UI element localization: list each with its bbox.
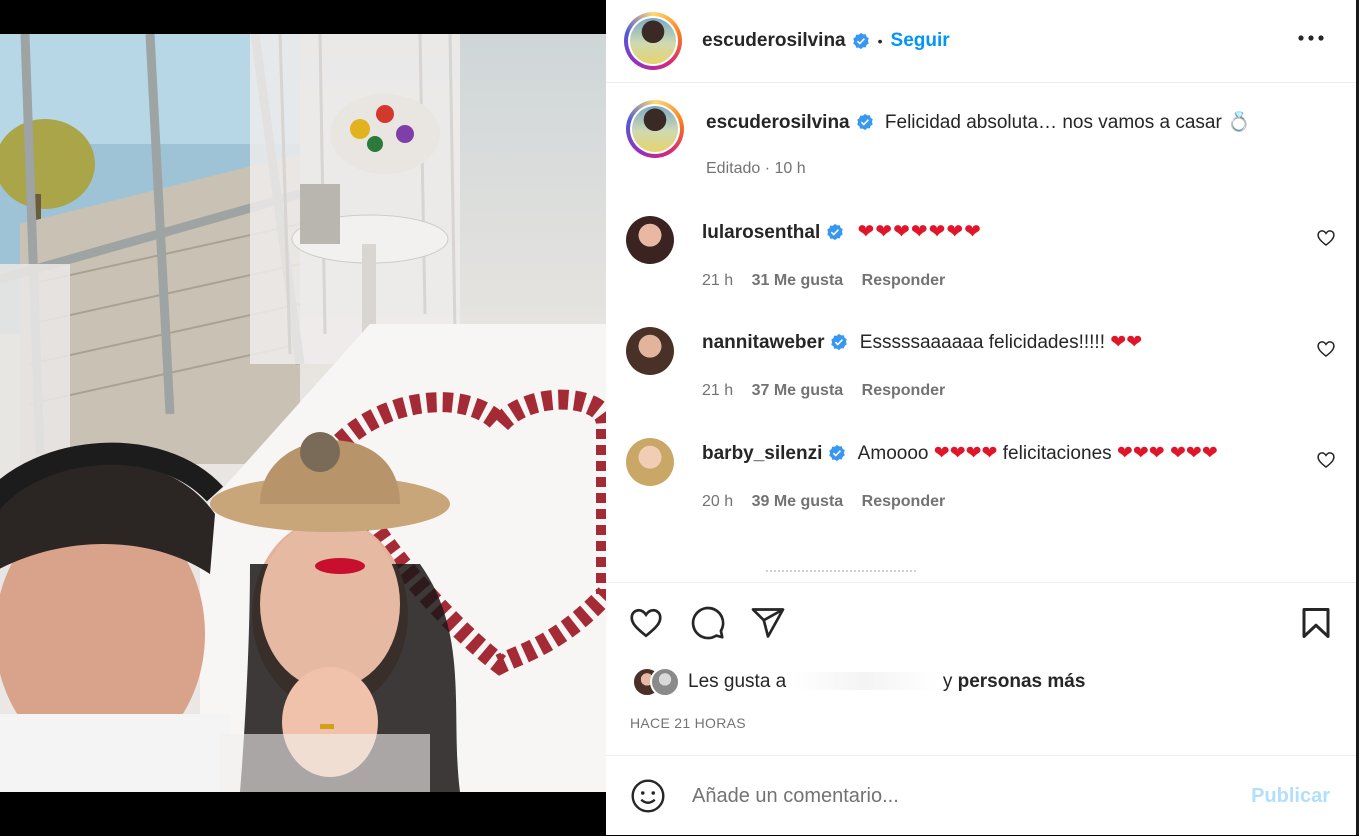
verified-badge-icon <box>827 223 843 241</box>
likes-others[interactable]: personas más <box>958 671 1086 692</box>
verified-badge-icon <box>831 333 848 351</box>
reply-button[interactable]: Responder <box>862 493 946 510</box>
comment-time: 21 h <box>702 382 734 399</box>
comment-icon[interactable] <box>690 605 726 641</box>
post-details-panel: escuderosilvina • Seguir escuderosilvina… <box>606 0 1356 835</box>
caption-text: Felicidad absoluta… nos vamos a casar 💍 <box>884 112 1251 133</box>
comment-time: 20 h <box>702 493 734 510</box>
post-media-pane <box>0 0 606 835</box>
more-comments-indicator[interactable] <box>766 570 916 581</box>
header-separator: • <box>877 33 883 49</box>
publish-button[interactable]: Publicar <box>1251 785 1330 808</box>
bookmark-icon[interactable] <box>1298 605 1334 641</box>
heart-icon[interactable] <box>628 605 664 641</box>
post-photo[interactable] <box>0 34 606 792</box>
like-comment-heart-icon[interactable] <box>1316 228 1336 248</box>
post-caption: escuderosilvina Felicidad absoluta… nos … <box>626 100 1336 182</box>
comment-username[interactable]: barby_silenzi <box>702 443 822 464</box>
comment-row: lularosenthal ❤❤❤❤❤❤❤ 21 h 31 Me gusta R… <box>626 216 1336 294</box>
comments-list[interactable]: escuderosilvina Felicidad absoluta… nos … <box>606 83 1356 581</box>
comment-row: nannitaweber Esssssaaaaaa felicidades!!!… <box>626 327 1336 404</box>
author-username[interactable]: escuderosilvina <box>702 30 846 52</box>
share-icon[interactable] <box>750 605 786 641</box>
comment-input[interactable] <box>690 783 1214 809</box>
comment-likes[interactable]: 39 Me gusta <box>752 493 844 510</box>
likes-summary[interactable]: Les gusta a y personas más <box>632 667 1085 697</box>
post-actions: Les gusta a y personas más HACE 21 HORAS <box>606 582 1356 755</box>
verified-badge-icon <box>829 444 846 462</box>
caption-author-avatar[interactable] <box>626 100 684 158</box>
comment-username[interactable]: nannitaweber <box>702 332 824 353</box>
emoji-icon[interactable] <box>630 778 666 814</box>
verified-badge-icon <box>852 32 869 50</box>
comment-username[interactable]: lularosenthal <box>702 222 820 243</box>
author-avatar[interactable] <box>624 12 682 70</box>
post-header: escuderosilvina • Seguir <box>606 0 1356 83</box>
like-comment-heart-icon[interactable] <box>1316 339 1336 359</box>
caption-author-username[interactable]: escuderosilvina <box>706 112 850 133</box>
comment-text: Esssssaaaaaa felicidades!!!!! ❤❤ <box>859 331 1143 353</box>
caption-meta: Editado · 10 h <box>706 160 806 177</box>
post-time-ago[interactable]: HACE 21 HORAS <box>630 715 746 731</box>
post-photo-illustration <box>0 34 606 792</box>
comment-likes[interactable]: 31 Me gusta <box>752 272 844 289</box>
like-comment-heart-icon[interactable] <box>1316 450 1336 470</box>
reply-button[interactable]: Responder <box>862 272 946 289</box>
verified-badge-icon <box>856 113 873 131</box>
reply-button[interactable]: Responder <box>862 382 946 399</box>
follow-button[interactable]: Seguir <box>891 30 950 52</box>
comment-row: barby_silenzi Amoooo ❤❤❤❤ felicitaciones… <box>626 438 1336 515</box>
liker-name-redacted <box>791 672 938 690</box>
likes-prefix: Les gusta a <box>688 671 787 692</box>
comment-avatar[interactable] <box>626 216 674 264</box>
comment-text: Amoooo ❤❤❤❤ felicitaciones ❤❤❤ ❤❤❤ <box>857 442 1218 464</box>
more-options-icon[interactable] <box>1296 28 1326 48</box>
comment-avatar[interactable] <box>626 327 674 375</box>
add-comment-bar: Publicar <box>606 755 1356 836</box>
comment-likes[interactable]: 37 Me gusta <box>752 382 844 399</box>
comment-text: ❤❤❤❤❤❤❤ <box>857 219 982 243</box>
likes-middle: y <box>942 671 953 692</box>
liker-avatar <box>650 667 680 697</box>
comment-avatar[interactable] <box>626 438 674 486</box>
comment-time: 21 h <box>702 272 734 289</box>
